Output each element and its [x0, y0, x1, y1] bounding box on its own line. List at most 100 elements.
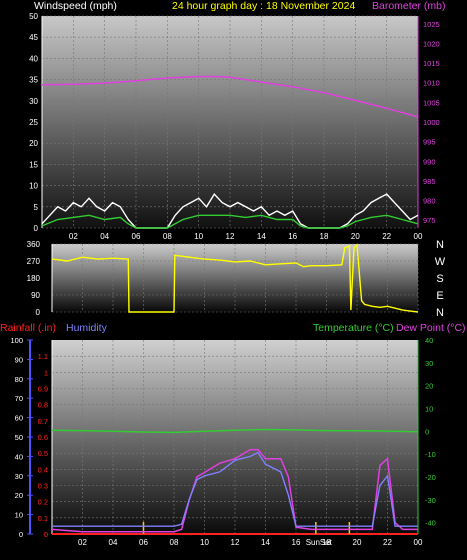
temperature-tick-label: -20 — [425, 473, 436, 482]
rainfall-tick-label: 0.8 — [38, 401, 48, 410]
windspeed-tick-label: 30 — [29, 97, 38, 106]
compass-label-e: E — [436, 290, 443, 302]
temperature-tick-label: -40 — [425, 519, 436, 528]
humidity-tick-label: 10 — [15, 511, 23, 520]
weather-graph: Windspeed (mph) 24 hour graph day : 18 N… — [0, 0, 467, 555]
humidity-tick-label: 40 — [15, 452, 23, 461]
windspeed-tick-label: 20 — [29, 139, 38, 148]
temperature-tick-label: 30 — [425, 359, 433, 368]
x-tick-label: 04 — [100, 232, 109, 241]
compass-label-n: N — [436, 307, 444, 319]
dew-point-label: Dew Point (°C) — [396, 322, 466, 334]
rainfall-tick-label: 0.3 — [38, 482, 48, 491]
humidity-tick-label: 90 — [15, 355, 23, 364]
x-tick-label: 12 — [231, 538, 240, 547]
temperature-tick-label: -30 — [425, 496, 436, 505]
temperature-tick-label: 0 — [425, 427, 429, 436]
x-tick-label: 22 — [383, 538, 392, 547]
barometer-tick-label: 985 — [423, 177, 436, 186]
x-tick-label: 00 — [414, 538, 423, 547]
temperature-tick-label: 10 — [425, 404, 433, 413]
rainfall-tick-label: 1.1 — [38, 352, 48, 361]
barometer-tick-label: 1025 — [423, 20, 440, 29]
x-tick-label: 12 — [226, 232, 235, 241]
weather-graph-svg: Windspeed (mph) 24 hour graph day : 18 N… — [0, 0, 466, 547]
windspeed-tick-label: 25 — [29, 118, 38, 127]
barometer-tick-label: 1020 — [423, 39, 440, 48]
x-tick-label: 14 — [261, 538, 270, 547]
windspeed-tick-label: 50 — [29, 12, 38, 21]
compass-label-s: S — [436, 273, 443, 285]
x-tick-label: 20 — [351, 232, 360, 241]
humidity-label: Humidity — [66, 322, 108, 334]
direction-tick-label: 90 — [31, 291, 40, 300]
x-tick-label: 02 — [78, 538, 87, 547]
humidity-tick-label: 60 — [15, 414, 23, 423]
windspeed-tick-label: 5 — [34, 203, 39, 212]
x-tick-label: 04 — [109, 538, 118, 547]
x-tick-label: 18 — [320, 232, 329, 241]
sunset-label: Set — [320, 538, 333, 547]
windspeed-tick-label: 45 — [29, 33, 38, 42]
x-tick-label: 08 — [163, 232, 172, 241]
humidity-tick-label: 100 — [10, 336, 23, 345]
barometer-tick-label: 1015 — [423, 59, 440, 68]
rainfall-tick-label: 0.9 — [38, 385, 48, 394]
direction-tick-label: 0 — [36, 308, 41, 317]
temperature-tick-label: 40 — [425, 336, 433, 345]
x-tick-label: 08 — [170, 538, 179, 547]
rainfall-tick-label: 0.7 — [38, 417, 48, 426]
windspeed-tick-label: 0 — [34, 224, 39, 233]
humidity-tick-label: 50 — [15, 433, 23, 442]
x-tick-label: 06 — [132, 232, 141, 241]
top-x-axis: 02 04 06 08 10 12 14 16 18 20 22 00 — [69, 232, 423, 241]
sunset-label: Sun — [306, 538, 320, 547]
x-tick-label: 14 — [257, 232, 266, 241]
graph-title: 24 hour graph day : 18 November 2024 — [172, 0, 355, 12]
barometer-tick-label: 980 — [423, 197, 436, 206]
barometer-tick-label: 975 — [423, 216, 436, 225]
barometer-tick-label: 990 — [423, 157, 436, 166]
rainfall-tick-label: 0.6 — [38, 433, 48, 442]
x-tick-label: 16 — [288, 232, 297, 241]
x-tick-label: 00 — [414, 232, 423, 241]
windspeed-axis: 0 5 10 15 20 25 30 35 40 45 50 — [29, 12, 43, 233]
direction-tick-label: 270 — [27, 257, 41, 266]
windspeed-tick-label: 10 — [29, 182, 38, 191]
compass-label-n: N — [436, 239, 444, 251]
windspeed-tick-label: 40 — [29, 54, 38, 63]
rainfall-tick-label: 1 — [44, 368, 48, 377]
rainfall-tick-label: 0.4 — [38, 465, 48, 474]
humidity-tick-label: 70 — [15, 394, 23, 403]
windspeed-tick-label: 35 — [29, 76, 38, 85]
barometer-tick-label: 1005 — [423, 98, 440, 107]
x-tick-label: 20 — [353, 538, 362, 547]
x-tick-label: 10 — [200, 538, 209, 547]
rainfall-tick-label: 0.1 — [38, 514, 48, 523]
temperature-label: Temperature (°C) — [313, 322, 394, 334]
compass-label-w: W — [435, 256, 446, 268]
direction-tick-label: 360 — [27, 240, 41, 249]
barometer-tick-label: 995 — [423, 138, 436, 147]
humidity-tick-label: 0 — [19, 530, 23, 539]
x-tick-label: 10 — [194, 232, 203, 241]
humidity-tick-label: 20 — [15, 491, 23, 500]
rainfall-tick-label: 0.2 — [38, 498, 48, 507]
x-tick-label: 22 — [382, 232, 391, 241]
bottom-x-axis: 02 04 06 08 10 12 14 16 18 20 22 00Sun Set — [78, 538, 423, 547]
barometer-tick-label: 1010 — [423, 79, 440, 88]
temperature-tick-label: -10 — [425, 450, 436, 459]
rainfall-tick-label: 0.5 — [38, 449, 48, 458]
temperature-tick-label: 20 — [425, 382, 433, 391]
x-tick-label: 06 — [139, 538, 148, 547]
rainfall-label: Rainfall (.in) — [0, 322, 56, 334]
x-tick-label: 16 — [292, 538, 301, 547]
barometer-tick-label: 1000 — [423, 118, 440, 127]
x-tick-label: 02 — [69, 232, 78, 241]
windspeed-tick-label: 15 — [29, 160, 38, 169]
windspeed-label: Windspeed (mph) — [34, 0, 117, 12]
humidity-tick-label: 30 — [15, 472, 23, 481]
compass-labels: NWSEN — [435, 239, 446, 319]
direction-tick-label: 180 — [27, 274, 41, 283]
rainfall-tick-label: 0 — [44, 530, 48, 539]
